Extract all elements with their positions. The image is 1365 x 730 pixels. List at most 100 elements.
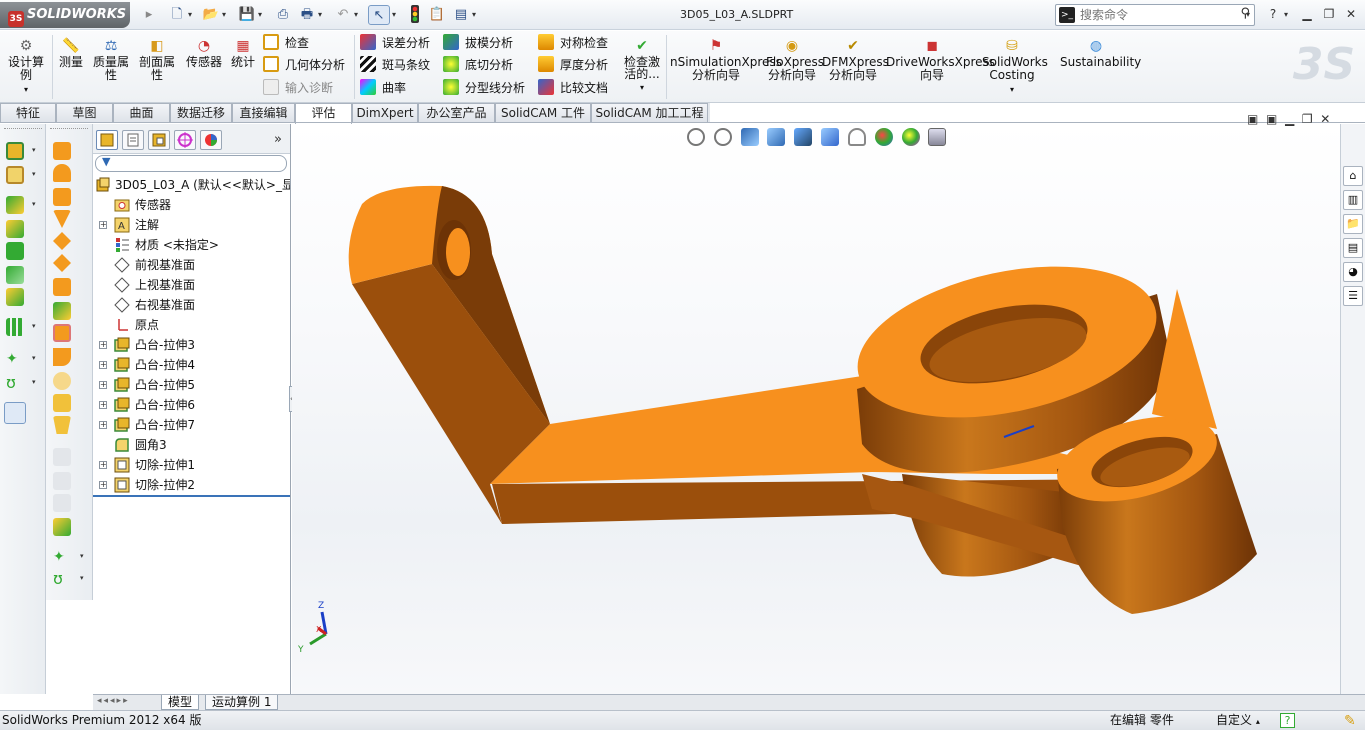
open-dropdown-icon[interactable]: ▾ xyxy=(222,5,230,25)
tree-item[interactable]: + 切除-拉伸1 xyxy=(93,455,290,475)
chamfer-icon[interactable] xyxy=(53,142,71,160)
instant3d-icon[interactable] xyxy=(4,402,26,424)
expand-toggle-icon[interactable]: + xyxy=(99,401,107,409)
tab-sketch[interactable]: 草图 xyxy=(56,103,113,123)
reference-geometry-icon[interactable]: ✦ xyxy=(6,350,24,368)
tree-item[interactable]: + A 注解 xyxy=(93,215,290,235)
close-icon[interactable]: ✕ xyxy=(1340,5,1362,23)
delete-face-icon[interactable] xyxy=(53,372,71,390)
design-library-icon[interactable]: ▥ xyxy=(1343,190,1363,210)
statistics-button[interactable]: ▦ 统计 xyxy=(228,37,258,69)
traffic-light-rebuild-icon[interactable] xyxy=(404,5,426,25)
tree-root[interactable]: 3D05_L03_A (默认<<默认>_显 xyxy=(93,175,290,195)
search-box[interactable]: >_ ⚲ xyxy=(1055,4,1255,26)
draft-analysis-button[interactable]: 拔模分析 xyxy=(443,33,513,53)
save-icon[interactable]: 💾 xyxy=(236,5,258,25)
expand-toggle-icon[interactable]: + xyxy=(99,341,107,349)
notification-icon[interactable]: ✎ xyxy=(1344,712,1356,730)
parting-line-analysis-button[interactable]: 分型线分析 xyxy=(443,78,525,98)
tab-direct-editing[interactable]: 直接编辑 xyxy=(232,103,295,123)
simulationxpress-button[interactable]: ⚑ nSimulationXpress 分析向导 xyxy=(670,37,782,82)
design-study-button[interactable]: ⚙ 设计算例 ▾ xyxy=(6,37,46,96)
tree-item[interactable]: 原点 xyxy=(93,315,290,335)
import-diagnostics-button[interactable]: 输入诊断 xyxy=(263,78,333,98)
dfmxpress-button[interactable]: ✔ DFMXpress 分析向导 xyxy=(822,37,889,82)
custom-properties-icon[interactable]: ☰ xyxy=(1343,286,1363,306)
tree-item[interactable]: + 凸台-拉伸6 xyxy=(93,395,290,415)
fillet-tool-icon[interactable] xyxy=(6,288,24,306)
shell-icon[interactable] xyxy=(53,210,71,228)
compare-documents-button[interactable]: 比较文档 xyxy=(538,78,608,98)
dropdown-icon[interactable]: ▾ xyxy=(32,322,36,330)
help-button[interactable]: ? xyxy=(1262,5,1284,23)
sustainability-button[interactable]: ◍ Sustainability xyxy=(1060,37,1141,69)
cut-icon[interactable] xyxy=(6,266,24,284)
plane-tool-icon[interactable] xyxy=(53,278,71,296)
tab-solidcam-stock[interactable]: SolidCAM 工件 xyxy=(495,103,591,123)
app-menu-arrow-icon[interactable]: ▸ xyxy=(138,5,160,25)
new-dropdown-icon[interactable]: ▾ xyxy=(188,5,196,25)
new-document-icon[interactable]: 🗋 xyxy=(166,5,188,25)
solidworks-logo[interactable]: 3S SOLIDWORKS xyxy=(0,2,130,28)
tree-item[interactable]: 上视基准面 xyxy=(93,275,290,295)
print-icon[interactable]: 🖶 xyxy=(296,5,318,25)
part-model[interactable]: Z Y X xyxy=(292,124,1340,694)
tree-item[interactable]: 前视基准面 xyxy=(93,255,290,275)
swept-boss-icon[interactable] xyxy=(6,196,24,214)
file-explorer-icon[interactable]: 📁 xyxy=(1343,214,1363,234)
dropdown-icon[interactable]: ▾ xyxy=(32,378,36,386)
expand-toggle-icon[interactable]: + xyxy=(99,381,107,389)
flex-icon[interactable] xyxy=(53,348,71,366)
sweep-cut-icon[interactable] xyxy=(53,302,71,320)
zebra-stripes-button[interactable]: 斑马条纹 xyxy=(360,55,430,75)
dropdown-icon[interactable]: ▾ xyxy=(80,574,84,582)
deviation-analysis-button[interactable]: 误差分析 xyxy=(360,33,430,53)
property-manager-tab-icon[interactable] xyxy=(122,130,144,150)
tab-solidcam-machining[interactable]: SolidCAM 加工工程 xyxy=(591,103,708,123)
undo-icon[interactable]: ↶ xyxy=(332,5,354,25)
reference-geometry-2-icon[interactable]: ✦ xyxy=(53,548,71,566)
lofted-boss-icon[interactable] xyxy=(6,220,24,238)
rib-icon[interactable] xyxy=(53,164,71,182)
solidworks-resources-icon[interactable]: ⌂ xyxy=(1343,166,1363,186)
section-properties-button[interactable]: ◧ 剖面属性 xyxy=(136,37,178,82)
select-dropdown-icon[interactable]: ▾ xyxy=(392,5,400,25)
rebuild-icon[interactable]: ⎙ xyxy=(272,5,294,25)
expand-panel-icon[interactable]: » xyxy=(274,132,282,147)
search-dropdown-icon[interactable]: ▾ xyxy=(1246,5,1254,25)
save-dropdown-icon[interactable]: ▾ xyxy=(258,5,266,25)
dropdown-icon[interactable]: ▾ xyxy=(32,170,36,178)
driveworksxpress-button[interactable]: ◼ DriveWorksXpress 向导 xyxy=(886,37,995,82)
wrap-icon[interactable] xyxy=(53,232,71,250)
dimxpert-manager-tab-icon[interactable] xyxy=(174,130,196,150)
tab-office-products[interactable]: 办公室产品 xyxy=(418,103,495,123)
configuration-manager-tab-icon[interactable] xyxy=(148,130,170,150)
select-cursor-icon[interactable]: ↖ xyxy=(368,5,390,25)
tab-evaluate[interactable]: 评估 xyxy=(295,103,352,124)
boundary-boss-icon[interactable] xyxy=(6,242,24,260)
measure-button[interactable]: 📏 测量 xyxy=(56,37,86,69)
dropdown-icon[interactable]: ▾ xyxy=(32,146,36,154)
linear-pattern-icon[interactable] xyxy=(6,318,24,336)
expand-toggle-icon[interactable]: + xyxy=(99,481,107,489)
tab-features[interactable]: 特征 xyxy=(0,103,56,123)
tab-motion-study-1[interactable]: 运动算例 1 xyxy=(205,695,279,710)
dropdown-icon[interactable]: ▾ xyxy=(80,552,84,560)
tree-item[interactable]: + 凸台-拉伸7 xyxy=(93,415,290,435)
tree-item[interactable]: 右视基准面 xyxy=(93,295,290,315)
mass-properties-button[interactable]: ⚖ 质量属性 xyxy=(90,37,132,82)
expand-toggle-icon[interactable]: + xyxy=(99,461,107,469)
floxpress-button[interactable]: ◉ FloXpress 分析向导 xyxy=(766,37,824,82)
split-icon[interactable] xyxy=(53,416,71,434)
extruded-boss-icon[interactable] xyxy=(6,142,24,160)
check-button[interactable]: 检查 xyxy=(263,33,309,53)
expand-toggle-icon[interactable]: + xyxy=(99,421,107,429)
dropdown-icon[interactable]: ▾ xyxy=(32,200,36,208)
thickness-analysis-button[interactable]: 厚度分析 xyxy=(538,55,608,75)
tab-surfaces[interactable]: 曲面 xyxy=(113,103,170,123)
undo-dropdown-icon[interactable]: ▾ xyxy=(354,5,362,25)
open-folder-icon[interactable]: 📂 xyxy=(200,5,222,25)
options-dropdown-icon[interactable]: ▾ xyxy=(472,5,480,25)
appearances-icon[interactable]: ◕ xyxy=(1343,262,1363,282)
rollback-bar[interactable] xyxy=(93,495,290,497)
